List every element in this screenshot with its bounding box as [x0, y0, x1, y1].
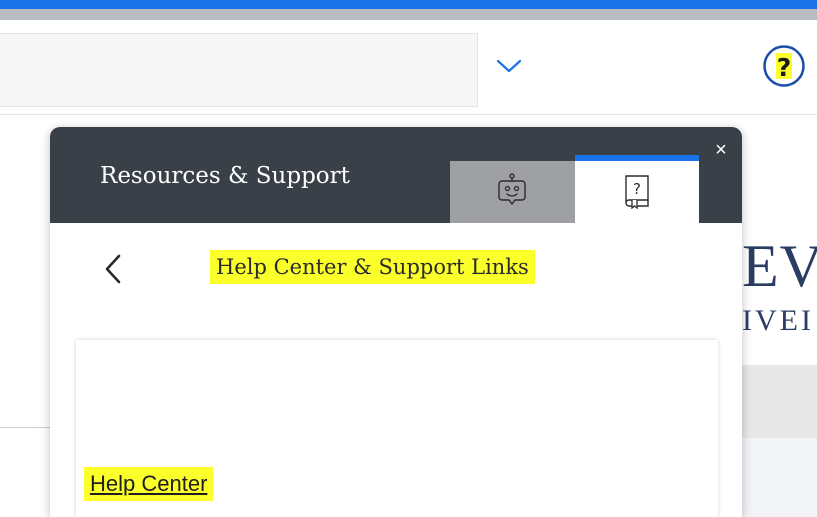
help-guide-icon: ? [621, 173, 653, 210]
resources-support-panel: Resources & Support × ? Help Center & Su… [50, 127, 742, 517]
search-input[interactable] [0, 33, 478, 107]
tab-active-indicator [575, 155, 699, 161]
close-button[interactable]: × [710, 139, 732, 161]
background-gray-band [742, 365, 817, 438]
background-divider [0, 427, 50, 428]
help-center-link[interactable]: Help Center [84, 467, 214, 501]
top-accent-bar [0, 0, 817, 9]
tab-help-center[interactable]: ? [575, 155, 699, 223]
logo-line-2: IVEI [742, 304, 814, 337]
panel-header: Resources & Support × ? [50, 127, 742, 223]
page: ? EVI IVEI Resources & Support × [0, 0, 817, 517]
header-divider [0, 114, 817, 115]
top-gray-bar [0, 9, 817, 20]
section-title: Help Center & Support Links [210, 250, 535, 284]
logo-line-1: EVI [742, 233, 817, 299]
background-light-band [742, 438, 817, 517]
svg-text:?: ? [633, 180, 641, 198]
university-logo-fragment: EVI IVEI [742, 236, 817, 336]
help-question-icon[interactable]: ? [762, 44, 806, 88]
help-question-glyph: ? [777, 53, 792, 82]
tab-chatbot[interactable] [450, 161, 575, 223]
chatbot-icon [496, 173, 528, 209]
chevron-down-icon[interactable] [494, 54, 524, 78]
back-button[interactable] [100, 252, 126, 286]
panel-title: Resources & Support [100, 163, 350, 189]
